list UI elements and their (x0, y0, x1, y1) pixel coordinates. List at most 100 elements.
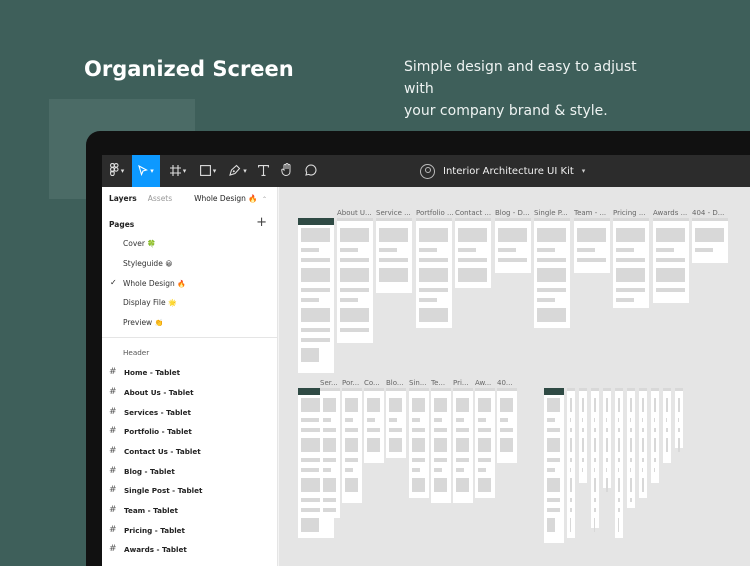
layer-blog-tablet[interactable]: # Blog - Tablet (109, 466, 175, 476)
page-item-styleguide[interactable]: Styleguide 😀 (123, 259, 173, 268)
hand-tool-button[interactable] (276, 155, 298, 187)
move-tool-button[interactable]: ▾ (132, 155, 160, 187)
design-frame[interactable] (475, 388, 495, 498)
design-frame[interactable] (497, 388, 517, 463)
text-tool-button[interactable] (252, 155, 274, 187)
frame-content-thumb (642, 418, 644, 422)
design-frame[interactable] (651, 388, 659, 483)
frame-content-thumb (594, 418, 596, 422)
frame-content-thumb (678, 398, 680, 412)
design-frame[interactable] (653, 218, 689, 303)
layer-services-tablet[interactable]: # Services - Tablet (109, 407, 191, 417)
design-frame[interactable] (386, 388, 406, 458)
page-item-whole-design[interactable]: Whole Design 🔥 (123, 279, 186, 288)
layer-contact-us-tablet[interactable]: # Contact Us - Tablet (109, 446, 201, 456)
design-frame[interactable] (692, 218, 728, 263)
design-frame[interactable] (455, 218, 491, 288)
frame-content-thumb (570, 398, 572, 412)
design-frame[interactable] (603, 388, 611, 492)
frame-content-thumb (570, 438, 572, 452)
page-item-cover[interactable]: Cover 🍀 (123, 239, 156, 248)
frame-content-thumb (340, 248, 358, 252)
design-frame[interactable] (567, 388, 575, 538)
pen-tool-button[interactable]: ▾ (224, 155, 252, 187)
frame-content-thumb (656, 258, 685, 262)
frame-content-thumb (618, 478, 620, 492)
frame-content-thumb (642, 458, 644, 462)
design-frame[interactable] (627, 388, 635, 508)
hero-subtitle-line2: your company brand & style. (404, 103, 608, 119)
design-frame[interactable] (342, 388, 362, 503)
layer-team-tablet[interactable]: # Team - Tablet (109, 505, 178, 515)
tab-layers[interactable]: Layers (109, 194, 137, 203)
frame-content-thumb (547, 418, 556, 422)
frame-content-thumb (582, 458, 584, 462)
frame-content-thumb (606, 428, 608, 432)
layer-portfolio-tablet[interactable]: # Portfolio - Tablet (109, 426, 192, 436)
frame-content-thumb (678, 418, 680, 422)
frame-content-thumb (367, 428, 381, 432)
frame-content-thumb (367, 418, 376, 422)
design-frame[interactable] (337, 218, 373, 343)
tab-assets[interactable]: Assets (148, 194, 172, 203)
layer-home-tablet[interactable]: # Home - Tablet (109, 367, 180, 377)
pen-tool-icon (229, 164, 241, 179)
frame-content-thumb (616, 288, 645, 292)
design-frame[interactable] (431, 388, 451, 503)
frame-content-thumb (419, 228, 448, 242)
design-frame[interactable] (639, 388, 647, 498)
frame-content-thumb (434, 478, 448, 492)
design-frame[interactable] (364, 388, 384, 463)
design-frame[interactable] (376, 218, 412, 293)
comment-tool-button[interactable] (300, 155, 322, 187)
layer-label: Portfolio - Tablet (124, 426, 192, 436)
design-frame[interactable] (298, 218, 334, 373)
frame-tool-button[interactable]: ▾ (164, 155, 192, 187)
add-page-icon[interactable]: + (256, 215, 267, 230)
frame-content-thumb (630, 468, 632, 472)
frame-content-thumb (547, 498, 561, 502)
design-frame[interactable] (579, 388, 587, 483)
design-frame[interactable] (544, 388, 564, 543)
frame-content-thumb (301, 418, 319, 422)
frame-content-thumb (478, 418, 487, 422)
panel-tabs: Layers Assets (109, 194, 172, 203)
file-title[interactable]: Interior Architecture UI Kit ▾ (420, 155, 585, 187)
fire-emoji-icon: 🔥 (177, 280, 186, 288)
layer-single-post-tablet[interactable]: # Single Post - Tablet (109, 485, 202, 495)
design-frame[interactable] (416, 218, 452, 328)
frame-content-thumb (412, 438, 426, 452)
current-page-select[interactable]: Whole Design 🔥 ⌃ (194, 194, 267, 203)
design-canvas[interactable]: About U... Service ... Portfolio ... Contac… (279, 187, 750, 566)
design-frame[interactable] (320, 388, 340, 518)
design-frame[interactable] (495, 218, 531, 273)
page-item-preview[interactable]: Preview 👏 (123, 318, 163, 327)
frame-content-thumb (345, 478, 359, 492)
design-frame[interactable] (663, 388, 671, 463)
layer-header[interactable]: Header (123, 348, 149, 357)
design-frame[interactable] (615, 388, 623, 538)
design-frame[interactable] (453, 388, 473, 503)
frame-content-thumb (498, 248, 516, 252)
frame-content-thumb (618, 398, 620, 412)
design-frame[interactable] (613, 218, 649, 308)
layer-label: Contact Us - Tablet (124, 446, 201, 456)
main-menu-button[interactable]: ▾ (102, 155, 132, 187)
layer-awards-tablet[interactable]: # Awards - Tablet (109, 544, 187, 554)
frame-content-thumb (434, 458, 448, 462)
layer-pricing-tablet[interactable]: # Pricing - Tablet (109, 525, 185, 535)
design-frame[interactable] (409, 388, 429, 498)
shape-tool-button[interactable]: ▾ (194, 155, 222, 187)
design-frame[interactable] (591, 388, 599, 532)
design-frame[interactable] (534, 218, 570, 328)
frame-content-thumb (577, 228, 606, 242)
frame-content-thumb (547, 478, 561, 492)
design-frame[interactable] (675, 388, 683, 452)
frame-content-thumb (345, 458, 359, 462)
design-frame[interactable] (574, 218, 610, 273)
frame-content-thumb (577, 248, 595, 252)
fire-emoji-icon: 🔥 (248, 194, 258, 203)
layer-about-us-tablet[interactable]: # About Us - Tablet (109, 387, 194, 397)
page-item-display-file[interactable]: Display File 🌟 (123, 298, 177, 307)
frame-content-thumb (618, 458, 620, 462)
